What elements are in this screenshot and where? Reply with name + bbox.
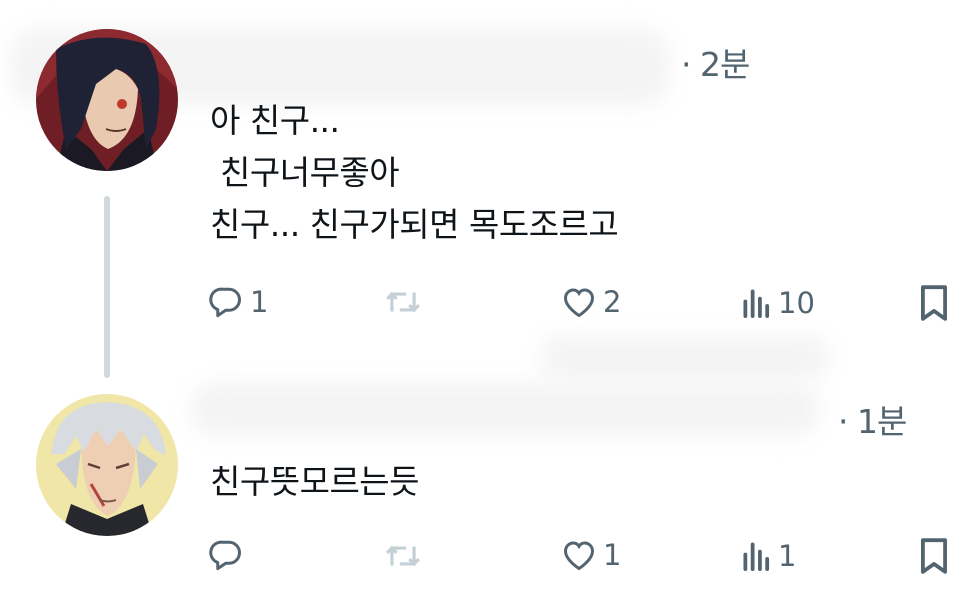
like-icon [563, 541, 595, 571]
avatar[interactable] [36, 394, 178, 536]
tweet-text-line: 친구... 친구가되면 목도조르고 [210, 205, 619, 244]
timestamp[interactable]: · 1분 [838, 395, 907, 443]
views-count: 10 [778, 286, 815, 320]
reply-icon [209, 287, 241, 318]
reply-icon [209, 540, 241, 571]
like-button[interactable]: 2 [561, 285, 621, 319]
retweet-button[interactable] [384, 286, 422, 318]
like-button[interactable]: 1 [561, 538, 621, 572]
thread-connector-line [104, 196, 110, 378]
bookmark-icon [921, 538, 947, 574]
bookmark-button[interactable] [918, 537, 950, 575]
views-count: 1 [778, 539, 797, 573]
views-icon [743, 542, 770, 571]
bookmark-icon [921, 285, 947, 321]
reply-count: 1 [250, 285, 269, 319]
views-button[interactable]: 10 [742, 286, 815, 320]
tweet-text-line: 아 친구... [210, 101, 340, 140]
views-button[interactable]: 1 [742, 539, 796, 573]
retweet-icon [386, 291, 420, 313]
reply-button[interactable]: 1 [208, 284, 268, 320]
redacted-username [540, 335, 830, 380]
bookmark-button[interactable] [918, 284, 950, 322]
like-icon [563, 288, 595, 318]
like-count: 2 [603, 285, 622, 319]
like-count: 1 [603, 538, 622, 572]
tweet-text-line: 친구너무좋아 [210, 153, 400, 192]
views-icon [743, 289, 770, 318]
reply-button[interactable] [208, 537, 244, 573]
tweet-text-line: 친구뜻모르는듯 [210, 462, 420, 501]
redacted-username [190, 382, 820, 437]
retweet-button[interactable] [384, 540, 422, 572]
timestamp[interactable]: · 2분 [681, 38, 750, 86]
retweet-icon [386, 545, 420, 567]
avatar[interactable] [36, 29, 178, 171]
